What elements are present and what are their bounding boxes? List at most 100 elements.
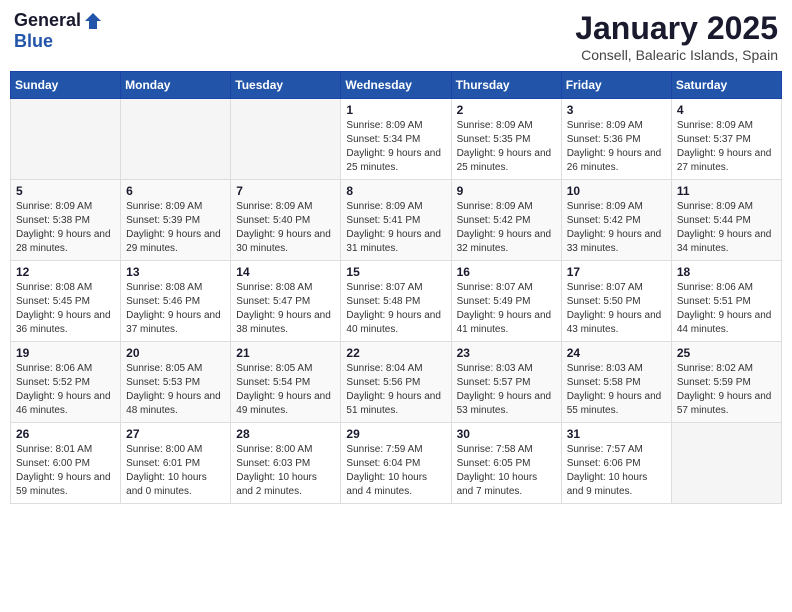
calendar-header-tuesday: Tuesday [231, 72, 341, 99]
day-info: Sunrise: 8:01 AMSunset: 6:00 PMDaylight:… [16, 443, 115, 499]
calendar-cell: 21 Sunrise: 8:05 AMSunset: 5:54 PMDayligh… [231, 342, 341, 423]
calendar-cell: 25 Sunrise: 8:02 AMSunset: 5:59 PMDayligh… [671, 342, 781, 423]
day-number: 21 [236, 346, 335, 360]
day-info: Sunrise: 8:00 AMSunset: 6:03 PMDaylight:… [236, 443, 335, 499]
calendar-cell: 26 Sunrise: 8:01 AMSunset: 6:00 PMDayligh… [11, 423, 121, 504]
calendar-cell: 16 Sunrise: 8:07 AMSunset: 5:49 PMDayligh… [451, 261, 561, 342]
day-number: 10 [567, 184, 666, 198]
calendar-cell: 9 Sunrise: 8:09 AMSunset: 5:42 PMDaylight… [451, 180, 561, 261]
calendar-cell [11, 99, 121, 180]
calendar-cell [671, 423, 781, 504]
calendar-cell: 6 Sunrise: 8:09 AMSunset: 5:39 PMDaylight… [121, 180, 231, 261]
calendar-week-4: 19Sunrise: 8:06 AMSunset: 5:52 PMDayligh… [11, 342, 782, 423]
day-number: 20 [126, 346, 225, 360]
day-number: 1 [346, 103, 445, 117]
day-number: 29 [346, 427, 445, 441]
day-number: 19 [16, 346, 115, 360]
calendar-cell [121, 99, 231, 180]
calendar-cell: 23 Sunrise: 8:03 AMSunset: 5:57 PMDayligh… [451, 342, 561, 423]
day-info: Sunrise: 8:05 AMSunset: 5:54 PMDaylight:… [236, 362, 335, 418]
day-number: 16 [457, 265, 556, 279]
day-number: 9 [457, 184, 556, 198]
day-info: Sunrise: 8:03 AMSunset: 5:57 PMDaylight:… [457, 362, 556, 418]
day-number: 5 [16, 184, 115, 198]
logo-blue-text: Blue [14, 31, 53, 52]
day-info: Sunrise: 7:59 AMSunset: 6:04 PMDaylight:… [346, 443, 445, 499]
calendar-cell: 31 Sunrise: 7:57 AMSunset: 6:06 PMDayligh… [561, 423, 671, 504]
day-number: 18 [677, 265, 776, 279]
day-number: 8 [346, 184, 445, 198]
day-number: 17 [567, 265, 666, 279]
day-info: Sunrise: 8:09 AMSunset: 5:44 PMDaylight:… [677, 200, 776, 256]
page-header: General Blue January 2025 Consell, Balea… [10, 10, 782, 63]
day-info: Sunrise: 8:09 AMSunset: 5:35 PMDaylight:… [457, 119, 556, 175]
calendar-header-row: SundayMondayTuesdayWednesdayThursdayFrid… [11, 72, 782, 99]
day-number: 15 [346, 265, 445, 279]
calendar-header-monday: Monday [121, 72, 231, 99]
calendar-cell: 24 Sunrise: 8:03 AMSunset: 5:58 PMDayligh… [561, 342, 671, 423]
day-info: Sunrise: 8:07 AMSunset: 5:49 PMDaylight:… [457, 281, 556, 337]
calendar-cell: 18 Sunrise: 8:06 AMSunset: 5:51 PMDayligh… [671, 261, 781, 342]
calendar-header-friday: Friday [561, 72, 671, 99]
day-info: Sunrise: 8:09 AMSunset: 5:36 PMDaylight:… [567, 119, 666, 175]
day-number: 11 [677, 184, 776, 198]
day-info: Sunrise: 8:05 AMSunset: 5:53 PMDaylight:… [126, 362, 225, 418]
calendar-table: SundayMondayTuesdayWednesdayThursdayFrid… [10, 71, 782, 504]
day-number: 7 [236, 184, 335, 198]
title-section: January 2025 Consell, Balearic Islands, … [575, 10, 778, 63]
day-number: 28 [236, 427, 335, 441]
day-info: Sunrise: 8:09 AMSunset: 5:39 PMDaylight:… [126, 200, 225, 256]
day-info: Sunrise: 8:09 AMSunset: 5:42 PMDaylight:… [457, 200, 556, 256]
calendar-cell: 17 Sunrise: 8:07 AMSunset: 5:50 PMDayligh… [561, 261, 671, 342]
calendar-week-1: 1 Sunrise: 8:09 AMSunset: 5:34 PMDaylight… [11, 99, 782, 180]
day-number: 6 [126, 184, 225, 198]
day-number: 30 [457, 427, 556, 441]
day-info: Sunrise: 8:09 AMSunset: 5:34 PMDaylight:… [346, 119, 445, 175]
calendar-cell: 10Sunrise: 8:09 AMSunset: 5:42 PMDayligh… [561, 180, 671, 261]
day-number: 24 [567, 346, 666, 360]
calendar-cell: 15 Sunrise: 8:07 AMSunset: 5:48 PMDayligh… [341, 261, 451, 342]
day-info: Sunrise: 8:08 AMSunset: 5:46 PMDaylight:… [126, 281, 225, 337]
day-info: Sunrise: 8:08 AMSunset: 5:45 PMDaylight:… [16, 281, 115, 337]
calendar-cell: 19Sunrise: 8:06 AMSunset: 5:52 PMDayligh… [11, 342, 121, 423]
day-number: 14 [236, 265, 335, 279]
day-info: Sunrise: 8:00 AMSunset: 6:01 PMDaylight:… [126, 443, 225, 499]
logo-general-text: General [14, 10, 81, 31]
calendar-cell: 27 Sunrise: 8:00 AMSunset: 6:01 PMDayligh… [121, 423, 231, 504]
calendar-week-5: 26 Sunrise: 8:01 AMSunset: 6:00 PMDayligh… [11, 423, 782, 504]
day-info: Sunrise: 8:09 AMSunset: 5:38 PMDaylight:… [16, 200, 115, 256]
day-number: 25 [677, 346, 776, 360]
day-info: Sunrise: 8:09 AMSunset: 5:40 PMDaylight:… [236, 200, 335, 256]
calendar-cell: 3Sunrise: 8:09 AMSunset: 5:36 PMDaylight… [561, 99, 671, 180]
day-info: Sunrise: 8:02 AMSunset: 5:59 PMDaylight:… [677, 362, 776, 418]
calendar-week-2: 5 Sunrise: 8:09 AMSunset: 5:38 PMDaylight… [11, 180, 782, 261]
calendar-header-saturday: Saturday [671, 72, 781, 99]
day-number: 23 [457, 346, 556, 360]
day-info: Sunrise: 7:57 AMSunset: 6:06 PMDaylight:… [567, 443, 666, 499]
calendar-header-wednesday: Wednesday [341, 72, 451, 99]
day-info: Sunrise: 8:03 AMSunset: 5:58 PMDaylight:… [567, 362, 666, 418]
day-info: Sunrise: 8:07 AMSunset: 5:48 PMDaylight:… [346, 281, 445, 337]
day-number: 4 [677, 103, 776, 117]
calendar-cell: 8Sunrise: 8:09 AMSunset: 5:41 PMDaylight… [341, 180, 451, 261]
day-info: Sunrise: 8:09 AMSunset: 5:37 PMDaylight:… [677, 119, 776, 175]
day-info: Sunrise: 8:08 AMSunset: 5:47 PMDaylight:… [236, 281, 335, 337]
calendar-cell: 1 Sunrise: 8:09 AMSunset: 5:34 PMDaylight… [341, 99, 451, 180]
calendar-cell: 13Sunrise: 8:08 AMSunset: 5:46 PMDayligh… [121, 261, 231, 342]
day-number: 31 [567, 427, 666, 441]
day-number: 26 [16, 427, 115, 441]
location-title: Consell, Balearic Islands, Spain [575, 47, 778, 63]
day-number: 22 [346, 346, 445, 360]
calendar-header-sunday: Sunday [11, 72, 121, 99]
day-info: Sunrise: 8:06 AMSunset: 5:51 PMDaylight:… [677, 281, 776, 337]
calendar-cell: 2Sunrise: 8:09 AMSunset: 5:35 PMDaylight… [451, 99, 561, 180]
calendar-cell: 7 Sunrise: 8:09 AMSunset: 5:40 PMDaylight… [231, 180, 341, 261]
day-info: Sunrise: 8:07 AMSunset: 5:50 PMDaylight:… [567, 281, 666, 337]
day-number: 27 [126, 427, 225, 441]
calendar-cell: 12Sunrise: 8:08 AMSunset: 5:45 PMDayligh… [11, 261, 121, 342]
calendar-cell: 22Sunrise: 8:04 AMSunset: 5:56 PMDayligh… [341, 342, 451, 423]
calendar-cell: 14 Sunrise: 8:08 AMSunset: 5:47 PMDayligh… [231, 261, 341, 342]
calendar-cell: 5 Sunrise: 8:09 AMSunset: 5:38 PMDaylight… [11, 180, 121, 261]
month-title: January 2025 [575, 10, 778, 47]
day-info: Sunrise: 7:58 AMSunset: 6:05 PMDaylight:… [457, 443, 556, 499]
